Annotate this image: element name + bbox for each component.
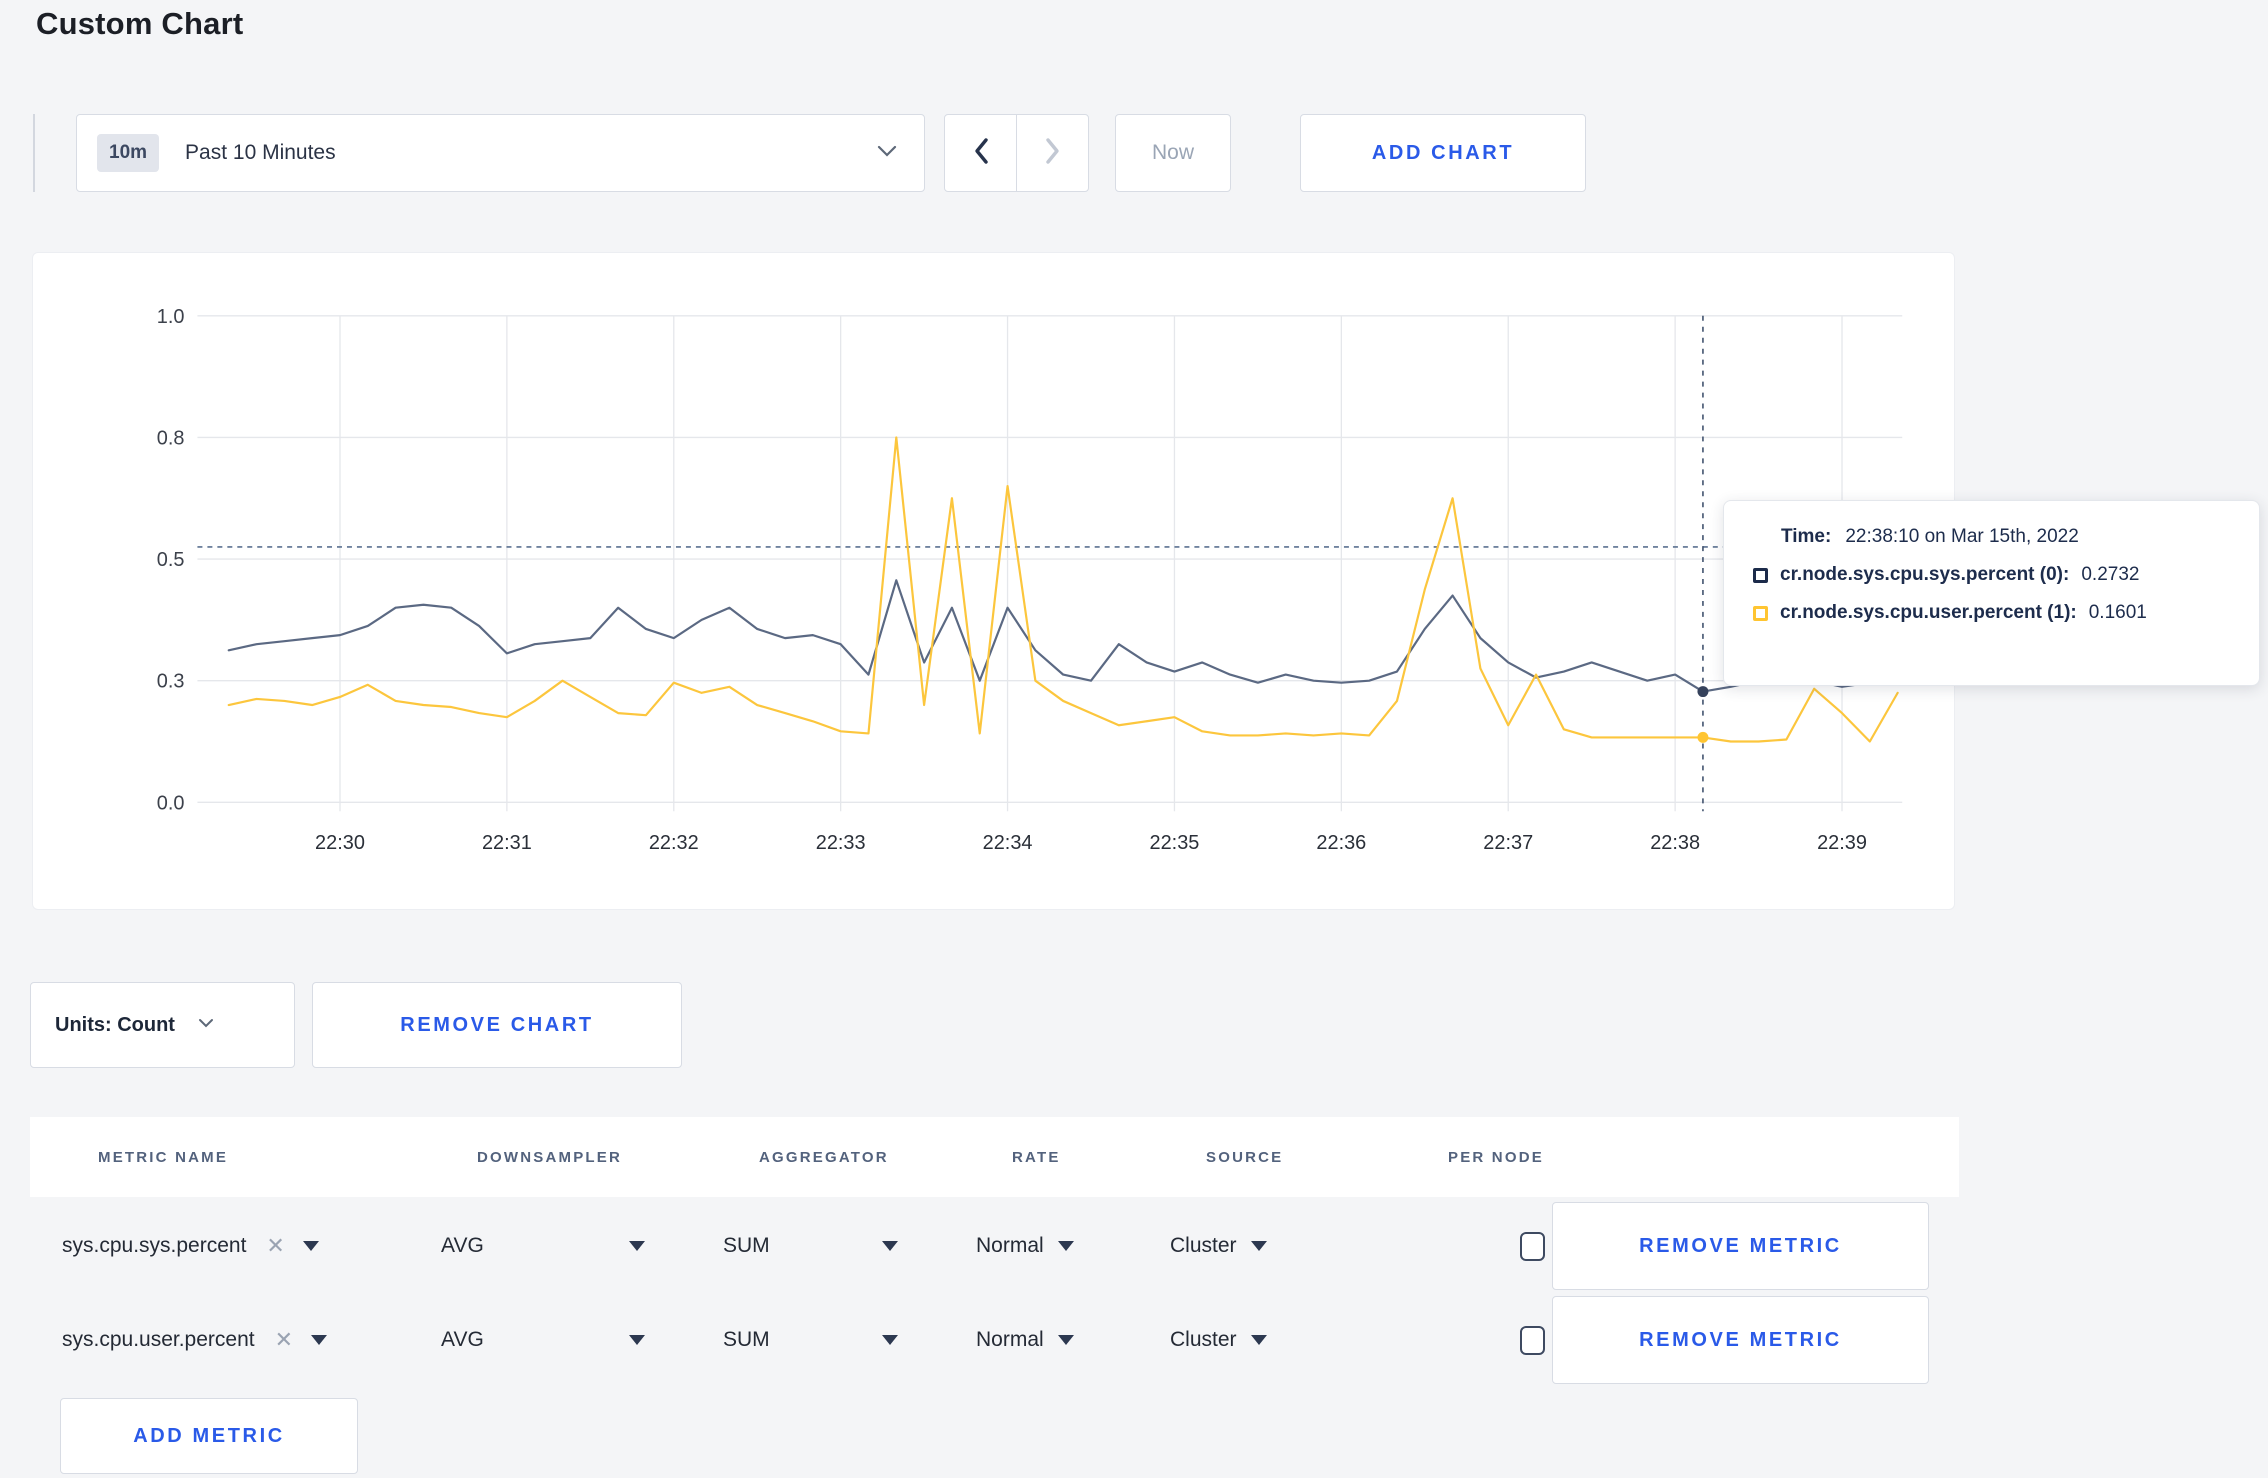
svg-text:0.0: 0.0 — [157, 792, 185, 814]
col-header-aggregator: AGGREGATOR — [759, 1148, 889, 1166]
time-window-label: Past 10 Minutes — [185, 141, 336, 164]
remove-metric-button[interactable]: REMOVE METRIC — [1552, 1202, 1929, 1290]
dropdown-arrow-icon — [882, 1241, 898, 1251]
dropdown-arrow-icon — [1057, 1335, 1074, 1345]
svg-text:22:31: 22:31 — [482, 832, 532, 854]
source-dropdown[interactable]: Cluster — [1170, 1328, 1412, 1352]
chart-canvas[interactable]: 1.0 0.8 0.5 0.3 0.0 22:30 22:31 22:32 22:33 22:34… — [33, 253, 1954, 909]
chart-tooltip: Time: 22:38:10 on Mar 15th, 2022 cr.node… — [1723, 500, 2260, 686]
series-sys-legend-icon — [1753, 567, 1768, 583]
source-value: Cluster — [1170, 1234, 1237, 1257]
tooltip-series-value: 0.1601 — [2088, 602, 2147, 623]
source-value: Cluster — [1170, 1328, 1237, 1351]
tooltip-time-row: Time: 22:38:10 on Mar 15th, 2022 — [1781, 526, 2235, 548]
tooltip-series-value: 0.2732 — [2081, 564, 2140, 585]
remove-metric-button[interactable]: REMOVE METRIC — [1552, 1296, 1929, 1384]
rate-value: Normal — [976, 1234, 1044, 1257]
downsampler-value: AVG — [441, 1234, 484, 1257]
downsampler-dropdown[interactable]: AVG — [441, 1234, 723, 1258]
col-header-source: SOURCE — [1206, 1148, 1284, 1166]
metric-name-dropdown[interactable]: sys.cpu.sys.percent ✕ — [62, 1234, 441, 1258]
chevron-down-icon — [876, 144, 898, 163]
svg-text:22:32: 22:32 — [649, 832, 699, 854]
svg-text:22:30: 22:30 — [315, 832, 365, 854]
tooltip-time-value: 22:38:10 on Mar 15th, 2022 — [1845, 526, 2079, 547]
page-title: Custom Chart — [36, 6, 244, 41]
source-dropdown[interactable]: Cluster — [1170, 1234, 1412, 1258]
dropdown-arrow-icon — [311, 1335, 328, 1345]
rate-dropdown[interactable]: Normal — [976, 1328, 1170, 1352]
dropdown-arrow-icon — [629, 1335, 645, 1345]
downsampler-value: AVG — [441, 1328, 484, 1351]
chevron-down-icon — [197, 1016, 215, 1034]
col-header-rate: RATE — [1012, 1148, 1061, 1166]
col-header-per-node: PER NODE — [1448, 1148, 1544, 1166]
clear-metric-icon[interactable]: ✕ — [266, 1235, 284, 1257]
per-node-checkbox[interactable] — [1520, 1231, 1545, 1261]
dropdown-arrow-icon — [1250, 1335, 1267, 1345]
dropdown-arrow-icon — [882, 1335, 898, 1345]
chart-card: 1.0 0.8 0.5 0.3 0.0 22:30 22:31 22:32 22:33 22:34… — [32, 252, 1955, 910]
tooltip-series-row: cr.node.sys.cpu.user.percent (1): 0.1601 — [1753, 602, 2235, 624]
add-metric-button[interactable]: ADD METRIC — [60, 1398, 358, 1474]
time-range-dropdown[interactable]: 10m Past 10 Minutes — [76, 114, 925, 192]
metrics-table-header: METRIC NAME DOWNSAMPLER AGGREGATOR RATE … — [30, 1117, 1959, 1197]
col-header-metric-name: METRIC NAME — [98, 1148, 229, 1166]
aggregator-value: SUM — [723, 1328, 770, 1351]
units-label: Units: Count — [55, 1013, 175, 1036]
svg-text:22:35: 22:35 — [1150, 832, 1200, 854]
now-button[interactable]: Now — [1115, 114, 1231, 192]
tooltip-time-label: Time: — [1781, 526, 1832, 547]
svg-text:22:39: 22:39 — [1817, 832, 1867, 854]
tooltip-series-row: cr.node.sys.cpu.sys.percent (0): 0.2732 — [1753, 564, 2235, 586]
dropdown-arrow-icon — [1057, 1241, 1074, 1251]
tooltip-series-name: cr.node.sys.cpu.sys.percent (0): — [1780, 564, 2070, 585]
svg-text:22:38: 22:38 — [1650, 832, 1700, 854]
chevron-right-icon — [1044, 137, 1062, 170]
aggregator-value: SUM — [723, 1234, 770, 1257]
dropdown-arrow-icon — [302, 1241, 319, 1251]
rate-dropdown[interactable]: Normal — [976, 1234, 1170, 1258]
svg-text:22:33: 22:33 — [816, 832, 866, 854]
metric-row: sys.cpu.user.percent ✕ AVG SUM Normal Cl… — [30, 1296, 1959, 1384]
aggregator-dropdown[interactable]: SUM — [723, 1234, 976, 1258]
svg-text:0.5: 0.5 — [157, 549, 185, 571]
aggregator-dropdown[interactable]: SUM — [723, 1328, 976, 1352]
metric-row: sys.cpu.sys.percent ✕ AVG SUM Normal Clu… — [30, 1202, 1959, 1290]
prev-time-button[interactable] — [944, 114, 1017, 192]
metric-name-value: sys.cpu.user.percent — [62, 1328, 255, 1351]
clear-metric-icon[interactable]: ✕ — [275, 1329, 293, 1351]
remove-chart-button[interactable]: REMOVE CHART — [312, 982, 682, 1068]
svg-text:22:34: 22:34 — [983, 832, 1033, 854]
svg-text:22:36: 22:36 — [1316, 832, 1366, 854]
svg-text:1.0: 1.0 — [157, 306, 185, 328]
chevron-left-icon — [972, 137, 990, 170]
tooltip-series-name: cr.node.sys.cpu.user.percent (1): — [1780, 602, 2077, 623]
metric-name-value: sys.cpu.sys.percent — [62, 1234, 247, 1257]
svg-text:22:37: 22:37 — [1483, 832, 1533, 854]
dropdown-arrow-icon — [629, 1241, 645, 1251]
time-window-badge: 10m — [97, 134, 160, 172]
per-node-checkbox[interactable] — [1520, 1325, 1545, 1355]
rate-value: Normal — [976, 1328, 1044, 1351]
toolbar-divider — [33, 114, 35, 192]
downsampler-dropdown[interactable]: AVG — [441, 1328, 723, 1352]
col-header-downsampler: DOWNSAMPLER — [477, 1148, 623, 1166]
series-user-legend-icon — [1753, 605, 1768, 621]
metric-name-dropdown[interactable]: sys.cpu.user.percent ✕ — [62, 1328, 441, 1352]
svg-text:0.3: 0.3 — [157, 671, 185, 693]
dropdown-arrow-icon — [1250, 1241, 1267, 1251]
next-time-button[interactable] — [1016, 114, 1089, 192]
svg-text:0.8: 0.8 — [157, 427, 185, 449]
add-chart-button[interactable]: ADD CHART — [1300, 114, 1586, 192]
units-dropdown[interactable]: Units: Count — [30, 982, 295, 1068]
